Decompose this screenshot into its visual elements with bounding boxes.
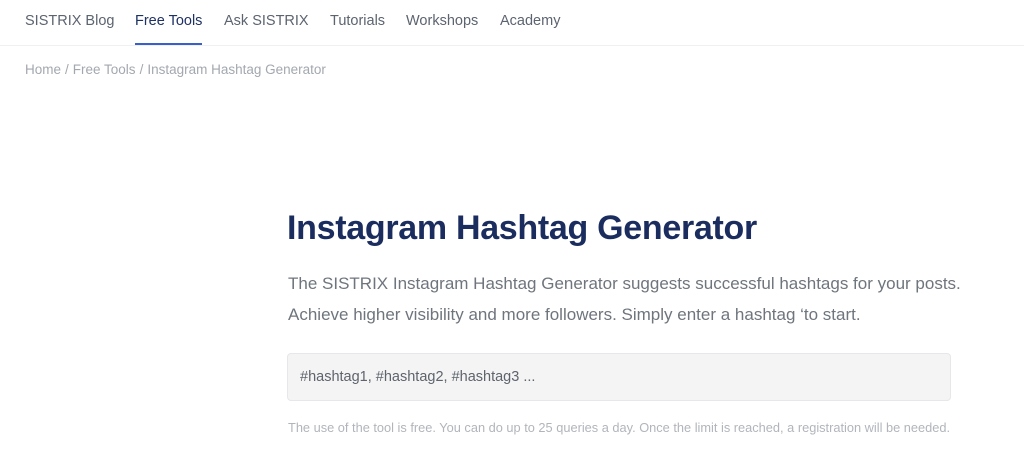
nav-item-workshops[interactable]: Workshops <box>406 13 478 29</box>
active-tab-indicator <box>135 43 202 45</box>
top-navigation: SISTRIX Blog Free Tools Ask SISTRIX Tuto… <box>0 0 1024 46</box>
nav-item-free-tools[interactable]: Free Tools <box>135 13 202 29</box>
breadcrumb-free-tools[interactable]: Free Tools <box>73 62 136 77</box>
nav-item-academy[interactable]: Academy <box>500 13 560 29</box>
breadcrumb-current: Instagram Hashtag Generator <box>147 62 326 77</box>
nav-item-sistrix-blog[interactable]: SISTRIX Blog <box>25 13 114 29</box>
page-title: Instagram Hashtag Generator <box>287 209 757 247</box>
nav-item-tutorials[interactable]: Tutorials <box>330 13 385 29</box>
hashtag-input[interactable] <box>287 353 951 401</box>
nav-item-ask-sistrix[interactable]: Ask SISTRIX <box>224 13 309 29</box>
breadcrumb-separator: / <box>139 62 144 77</box>
breadcrumb-home[interactable]: Home <box>25 62 61 77</box>
breadcrumb-separator: / <box>65 62 69 77</box>
breadcrumb: Home / Free Tools / Instagram Hashtag Genera… <box>25 62 326 77</box>
usage-note: The use of the tool is free. You can do … <box>288 420 951 435</box>
intro-text: The SISTRIX Instagram Hashtag Generator … <box>288 274 961 324</box>
